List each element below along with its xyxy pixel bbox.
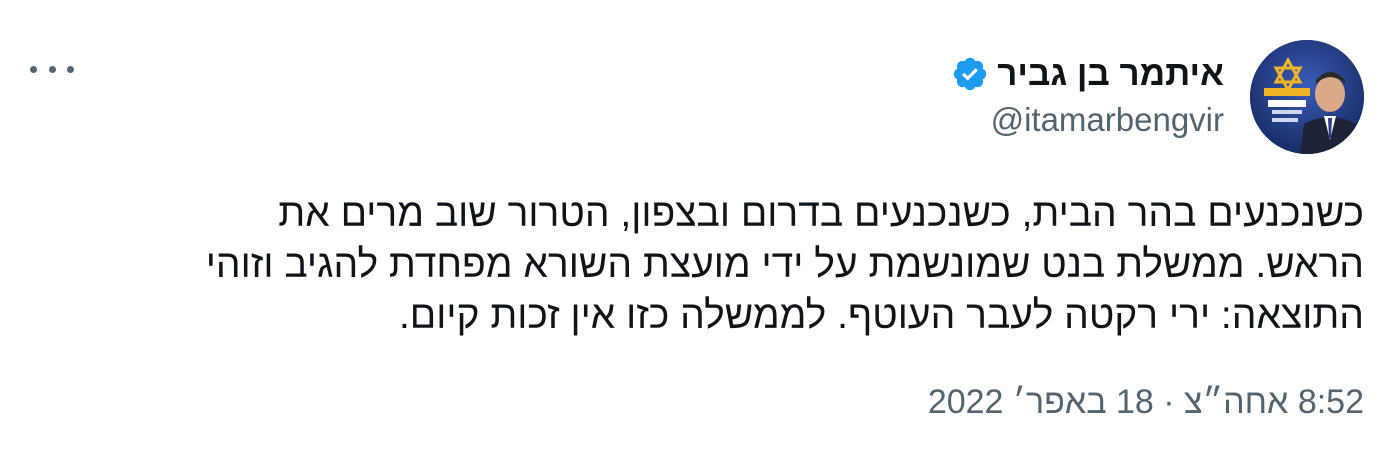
tweet-timestamp: 8:52 אחה״צ · 18 באפר׳ 2022: [928, 380, 1364, 424]
avatar-image: [1250, 40, 1364, 154]
timestamp-link[interactable]: 8:52 אחה״צ · 18 באפר׳ 2022: [928, 383, 1364, 421]
tweet-card: איתמר בן גביר @itamarbengvir כשנכנעים בה…: [0, 0, 1400, 458]
tweet-text-line: התוצאה: ירי רקטה לעבר העוטף. לממשלה כזו …: [398, 294, 1364, 337]
name-row: איתמר בן גביר: [951, 52, 1224, 96]
tweet-text-line: הראש. ממשלת בנט שמונשמת על ידי מועצת השו…: [205, 243, 1364, 286]
tweet-text-line: כשנכנעים בהר הבית, כשנכנעים בדרום ובצפון…: [278, 192, 1364, 235]
verified-badge-icon: [951, 55, 989, 93]
author-display-name[interactable]: איתמר בן גביר: [997, 52, 1224, 96]
tweet-text: כשנכנעים בהר הבית, כשנכנעים בדרום ובצפון…: [64, 188, 1364, 341]
more-horizontal-icon: [48, 65, 56, 73]
more-horizontal-icon: [30, 65, 37, 73]
author-block: איתמר בן גביר @itamarbengvir: [951, 52, 1224, 140]
more-horizontal-icon: [67, 65, 74, 73]
author-handle[interactable]: @itamarbengvir: [951, 100, 1224, 140]
more-options-button[interactable]: [30, 54, 74, 84]
author-avatar[interactable]: [1250, 40, 1364, 154]
